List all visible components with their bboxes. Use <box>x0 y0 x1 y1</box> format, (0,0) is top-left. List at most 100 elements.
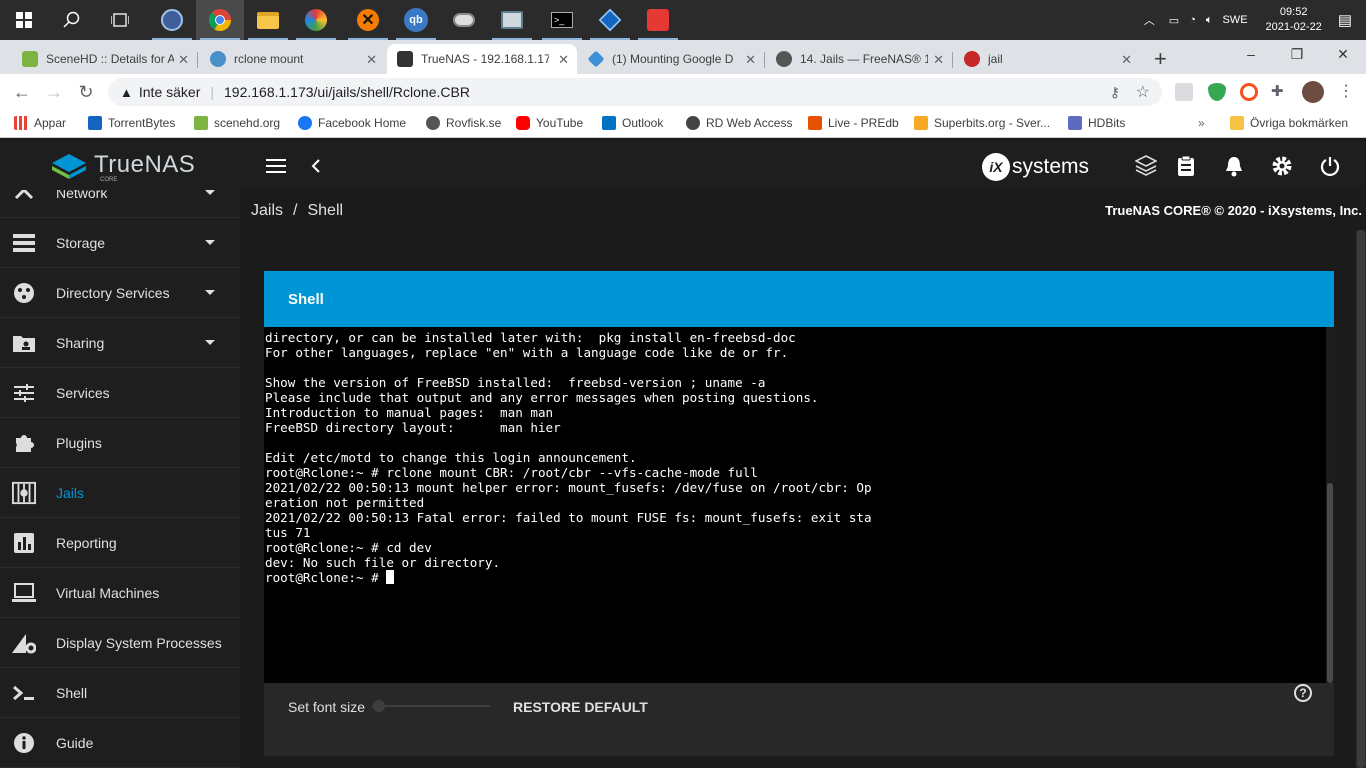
reload-icon[interactable]: ↻ <box>74 80 98 104</box>
chevron-up-icon[interactable]: ︿ <box>1144 12 1155 28</box>
terminal-output[interactable]: directory, or can be installed later wit… <box>264 327 1326 683</box>
tab-close-icon[interactable]: ✕ <box>366 52 377 68</box>
slider-thumb[interactable] <box>373 700 385 712</box>
extension-icon[interactable] <box>1240 83 1258 101</box>
bookmark-item[interactable]: YouTube <box>516 116 583 130</box>
tab-close-icon[interactable]: ✕ <box>933 52 944 68</box>
bookmark-item[interactable]: HDBits <box>1068 116 1125 130</box>
language-indicator[interactable]: SWE <box>1222 14 1247 26</box>
menu-toggle-icon[interactable] <box>264 154 288 178</box>
bookmark-item[interactable]: Facebook Home <box>298 116 406 130</box>
power-icon[interactable] <box>1318 154 1342 178</box>
truecommand-icon[interactable] <box>1134 154 1158 178</box>
sidebar-item-services[interactable]: Services <box>0 368 240 418</box>
new-tab-icon[interactable]: + <box>1154 46 1167 72</box>
page-scrollbar[interactable] <box>1356 230 1366 768</box>
bookmark-other[interactable]: Övriga bokmärken <box>1230 116 1348 130</box>
app-icon[interactable] <box>488 0 536 40</box>
help-icon[interactable]: ? <box>1294 684 1312 702</box>
notifications-icon[interactable]: ▤ <box>1338 11 1352 29</box>
bookmark-apps[interactable]: Appar <box>14 116 66 130</box>
restore-default-button[interactable]: RESTORE DEFAULT <box>513 699 648 715</box>
browser-tab[interactable]: rclone mount ✕ <box>200 44 385 74</box>
terminal-scrollbar[interactable] <box>1326 327 1334 683</box>
address-bar[interactable]: ▲ Inte säker | 192.168.1.173/ui/jails/sh… <box>108 78 1162 106</box>
gear-icon[interactable] <box>1270 154 1294 178</box>
sidebar-item-virtual-machines[interactable]: Virtual Machines <box>0 568 240 618</box>
minimize-icon[interactable]: – <box>1228 40 1274 68</box>
tab-title: rclone mount <box>234 52 304 66</box>
chrome-icon[interactable] <box>196 0 244 40</box>
sidebar-item-shell[interactable]: Shell <box>0 668 240 718</box>
terminal-line: Introduction to manual pages: man man <box>265 405 554 420</box>
volume-icon[interactable]: 🔈︎ <box>1206 14 1213 27</box>
browser-tab[interactable]: SceneHD :: Details for A ✕ <box>12 44 198 74</box>
tab-favicon-icon <box>964 51 980 67</box>
bookmark-item[interactable]: TorrentBytes <box>88 116 175 130</box>
truenas-logo[interactable]: TrueNAS CORE <box>0 142 240 190</box>
clock[interactable]: 09:52 2021-02-22 <box>1266 5 1322 35</box>
bookmark-label: Outlook <box>622 116 664 130</box>
terminal-scroll-thumb[interactable] <box>1327 483 1333 683</box>
bookmark-item[interactable]: Rovfisk.se <box>426 116 501 130</box>
back-icon[interactable]: ← <box>10 80 34 104</box>
windows-start-icon[interactable] <box>0 0 48 40</box>
browser-tab[interactable]: (1) Mounting Google D ✕ <box>578 44 765 74</box>
maximize-icon[interactable]: ❐ <box>1274 40 1320 68</box>
app-icon[interactable] <box>440 0 488 40</box>
sidebar-item-storage[interactable]: Storage <box>0 218 240 268</box>
url-text[interactable]: 192.168.1.173/ui/jails/shell/Rclone.CBR <box>224 84 470 100</box>
tab-close-icon[interactable]: ✕ <box>178 52 189 68</box>
close-window-icon[interactable]: ✕ <box>1320 40 1366 68</box>
forward-icon[interactable]: → <box>42 80 66 104</box>
sidebar-item-plugins[interactable]: Plugins <box>0 418 240 468</box>
bookmarks-overflow-icon[interactable]: » <box>1198 116 1205 130</box>
shield-extension-icon[interactable] <box>1208 83 1226 101</box>
app-icon[interactable] <box>148 0 196 40</box>
more-menu-icon[interactable]: ⋮ <box>1338 83 1356 101</box>
bookmark-item[interactable]: Outlook <box>602 116 663 130</box>
page-scroll-thumb[interactable] <box>1357 230 1365 768</box>
extensions-puzzle-icon[interactable]: ✚ <box>1271 83 1289 101</box>
app-icon[interactable]: ✕ <box>344 0 392 40</box>
sidebar-item-jails[interactable]: Jails <box>0 468 240 518</box>
tab-close-icon[interactable]: ✕ <box>558 52 569 68</box>
sidebar-item-display-system-processes[interactable]: Display System Processes <box>0 618 240 668</box>
bookmark-item[interactable]: RD Web Access <box>686 116 792 130</box>
clipboard-icon[interactable] <box>1174 154 1198 178</box>
tab-close-icon[interactable]: ✕ <box>1121 52 1132 68</box>
qbittorrent-icon[interactable]: qb <box>392 0 440 40</box>
sidebar-item-guide[interactable]: Guide <box>0 718 240 768</box>
browser-tab[interactable]: 14. Jails — FreeNAS® 1 ✕ <box>766 44 953 74</box>
tab-close-icon[interactable]: ✕ <box>745 52 756 68</box>
file-explorer-icon[interactable] <box>244 0 292 40</box>
bookmark-star-icon[interactable]: ☆ <box>1136 82 1150 102</box>
network-status-icon[interactable]: ▭ <box>1169 14 1179 27</box>
bookmark-item[interactable]: Superbits.org - Sver... <box>914 116 1050 130</box>
app-icon[interactable] <box>292 0 340 40</box>
terminal-line: tus 71 <box>265 525 311 540</box>
browser-tab-active[interactable]: TrueNAS - 192.168.1.17 ✕ <box>387 44 577 74</box>
app-icon[interactable] <box>634 0 682 40</box>
sidebar-item-reporting[interactable]: Reporting <box>0 518 240 568</box>
warning-icon[interactable]: ▲ <box>120 85 133 100</box>
key-icon[interactable]: ⚷ <box>1110 84 1120 101</box>
profile-avatar[interactable] <box>1302 81 1324 103</box>
bookmark-item[interactable]: Live - PREdb <box>808 116 899 130</box>
app-icon[interactable] <box>586 0 634 40</box>
bookmark-item[interactable]: scenehd.org <box>194 116 280 130</box>
sidebar-item-directory-services[interactable]: Directory Services <box>0 268 240 318</box>
browser-tab[interactable]: jail ✕ <box>954 44 1140 74</box>
search-icon[interactable] <box>48 0 96 40</box>
extension-icon[interactable] <box>1175 83 1193 101</box>
bell-icon[interactable] <box>1222 154 1246 178</box>
breadcrumb-jails[interactable]: Jails <box>251 202 283 220</box>
wifi-icon[interactable]: ◔ <box>1189 14 1196 26</box>
security-label[interactable]: Inte säker <box>139 84 200 100</box>
terminal-icon[interactable]: >_ <box>538 0 586 40</box>
font-size-slider[interactable] <box>372 698 490 714</box>
sidebar-item-network[interactable]: Network <box>0 190 240 218</box>
sidebar-item-sharing[interactable]: Sharing <box>0 318 240 368</box>
chevron-left-icon[interactable] <box>304 154 328 178</box>
task-view-icon[interactable] <box>96 0 144 40</box>
